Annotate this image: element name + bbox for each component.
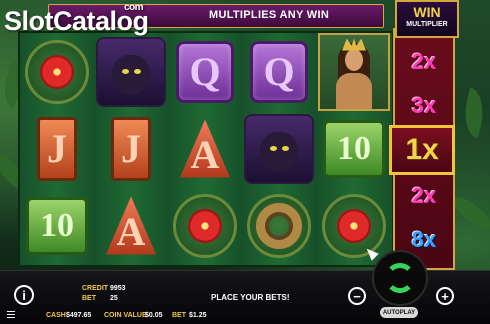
autoplay-button[interactable]: AUTOPLAY (380, 307, 418, 318)
panther-eye (270, 145, 277, 151)
reel-cell: J (94, 110, 168, 187)
bet-value: 25 (110, 295, 118, 302)
watermark-logo: SlotCatalog com (4, 2, 149, 37)
menu-icon[interactable] (7, 311, 15, 319)
reel-cell (242, 187, 316, 264)
multiplier-subtitle: MULTIPLIER (406, 21, 448, 28)
reel-cell: Q (242, 33, 316, 110)
increase-bet-button[interactable]: + (436, 287, 454, 305)
multiplier-title: WIN (413, 4, 441, 20)
reel-1: J 10 (20, 33, 95, 265)
info-button[interactable]: i (14, 285, 34, 305)
panther-symbol (244, 113, 314, 184)
multiplier-column: 2x 3x 1x 2x 8x (389, 28, 455, 270)
reel-cell: A (94, 187, 168, 264)
reel-cell: A (168, 110, 242, 187)
watermark-suffix: com (124, 2, 144, 13)
cash-label: CASH (46, 312, 66, 319)
bet-label: BET (82, 295, 96, 302)
reel-cell: Q (168, 33, 242, 110)
watermark-brand: Slot (4, 6, 54, 36)
reel-2: J A (94, 33, 169, 265)
q-symbol: Q (176, 40, 234, 103)
status-message: PLACE YOUR BETS! (211, 293, 290, 302)
info-icon: i (22, 287, 26, 303)
panther-eye (282, 145, 289, 151)
reel-cell (168, 187, 242, 264)
multiplier-value: 2x (411, 183, 437, 208)
plus-icon: + (441, 288, 449, 304)
credit-value: 9953 (110, 285, 126, 292)
reel-grid: J 10 J A Q A Q 10 (18, 31, 394, 267)
reel-cell: 10 (316, 110, 392, 187)
decrease-bet-button[interactable]: − (348, 287, 366, 305)
hibiscus-symbol (25, 39, 89, 104)
panther-eye (134, 68, 141, 74)
coin-value: $0.05 (145, 312, 163, 319)
snake-symbol (247, 193, 311, 258)
hibiscus-icon (337, 208, 371, 243)
snake-icon (256, 202, 302, 249)
goddess-body (336, 72, 372, 109)
goddess-crown (342, 38, 366, 51)
multiplier-value: 3x (411, 93, 437, 118)
reel-cell (242, 110, 316, 187)
bet-amount-value: $1.25 (189, 312, 207, 319)
hibiscus-symbol (322, 193, 386, 258)
reel-5: 10 (316, 32, 392, 265)
reel-cell (316, 32, 392, 111)
multiplier-value-active: 1x (389, 125, 455, 175)
reel-4: Q (242, 33, 317, 265)
multiplier-value: 2x (411, 49, 437, 74)
reel-3: Q A (168, 33, 243, 265)
cash-value: $497.65 (66, 312, 92, 319)
reel-cell: 10 (20, 187, 94, 264)
ten-symbol: 10 (323, 119, 385, 178)
a-symbol: A (180, 119, 230, 178)
goddess-face (345, 48, 363, 71)
coin-value-label: COIN VALUE (104, 312, 147, 319)
spin-refresh-icon (385, 263, 415, 293)
reel-cell (94, 33, 168, 110)
q-symbol: Q (250, 40, 308, 103)
ten-symbol: 10 (26, 196, 88, 255)
j-symbol: J (111, 116, 151, 181)
hibiscus-icon (188, 208, 222, 243)
spin-button[interactable] (372, 250, 428, 306)
win-multiplier-header: WIN MULTIPLIER (395, 0, 459, 38)
j-symbol: J (37, 116, 77, 181)
bet-amount-label: BET (172, 312, 186, 319)
goddess-symbol (318, 32, 390, 111)
credit-label: CREDIT (82, 285, 109, 292)
minus-icon: − (353, 288, 361, 304)
panther-symbol (96, 36, 166, 107)
reel-cell (316, 187, 392, 264)
panther-eye (122, 68, 129, 74)
hibiscus-icon (40, 54, 74, 89)
hibiscus-symbol (173, 193, 237, 258)
reel-cell (20, 33, 94, 110)
banner-text: MULTIPLIES ANY WIN (209, 9, 330, 21)
reel-cell: J (20, 110, 94, 187)
a-symbol: A (106, 196, 156, 255)
